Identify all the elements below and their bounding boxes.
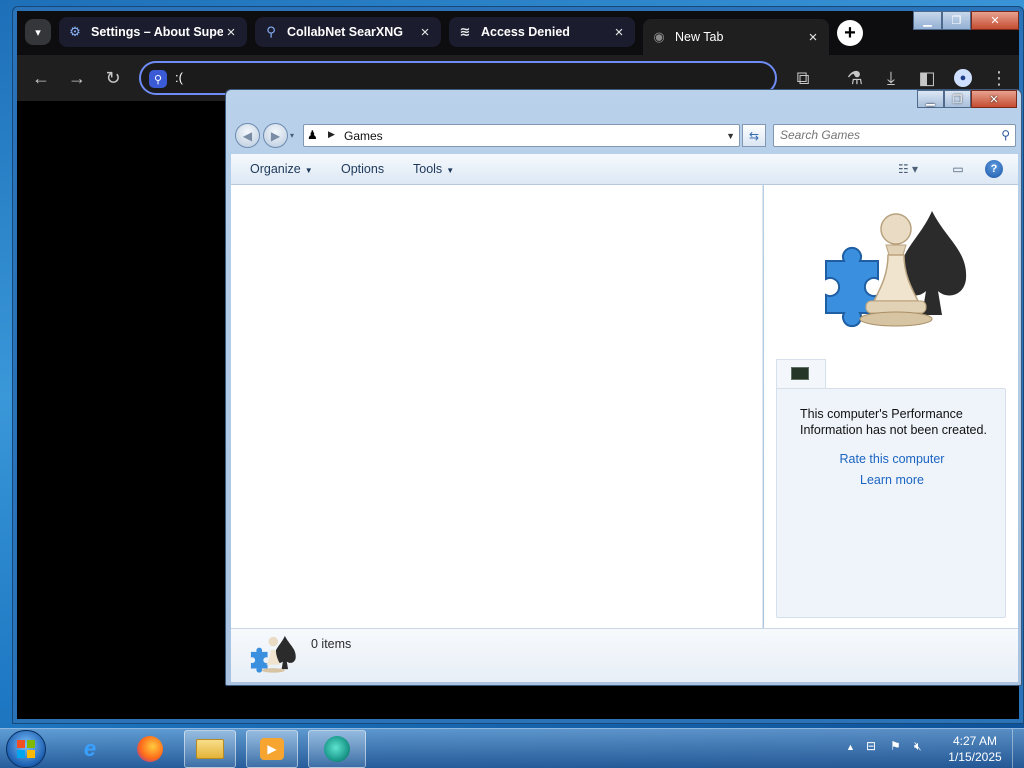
close-tab-icon[interactable]: × [417,24,433,41]
clock-date: 1/15/2025 [948,750,1002,764]
minimize-button[interactable]: ▁ [913,11,942,30]
network-icon[interactable]: ⊟ [866,739,876,753]
chevron-down-icon: ▼ [304,166,313,175]
performance-message: This computer's Performance Information … [800,407,987,437]
refresh-button[interactable]: ⇆ [742,124,766,147]
back-icon[interactable]: ← [31,68,51,88]
search-input[interactable] [780,128,980,142]
tab-new-tab[interactable]: ◉ New Tab × [643,19,829,55]
start-button[interactable] [6,730,46,768]
new-tab-button[interactable]: + [837,20,863,46]
details-pane: 0 items [231,628,1018,682]
games-chess-puzzle-icon [825,211,967,328]
minimize-button[interactable]: ▁ [917,90,944,108]
back-icon[interactable]: ◀ [235,123,260,148]
monitor-icon [791,367,809,380]
tab-strip: ▾ ⚙ Settings – About Supe × ⚲ CollabNet … [17,11,1019,55]
tab-title: New Tab [675,30,724,44]
tab-title: Access Denied [481,25,570,39]
clock-time: 4:27 AM [952,734,998,748]
games-explorer-window: ▁ ❐ ✕ ◀ ▶ ▾ ♟ ▶ Games ▼ ⇆ ⚲ Organize▼ Op… [225,89,1022,686]
stack-icon: ≋ [459,24,471,39]
maximize-button[interactable]: ❐ [942,11,971,30]
tab-settings[interactable]: ⚙ Settings – About Supe × [59,17,247,47]
close-button[interactable]: ✕ [971,11,1019,30]
recent-pages-dropdown-icon[interactable]: ▾ [290,131,294,140]
performance-tab[interactable] [776,359,826,389]
tab-search-button[interactable]: ▾ [25,19,51,45]
show-hidden-icons-icon[interactable]: ▲ [846,742,855,752]
profile-avatar-icon[interactable]: ● [953,68,973,88]
games-chess-puzzle-icon [250,635,296,673]
change-view-icon[interactable]: ☷ ▾ [893,160,923,178]
help-icon[interactable]: ? [985,160,1003,178]
side-panel-icon[interactable]: ◧ [917,68,937,88]
taskbar: e ▶ ▲ ⊟ ⚑ 🔇︎ 4:27 AM 1/15/2025 [0,728,1024,768]
search-icon: ⚲ [266,24,276,39]
address-bar[interactable]: ♟ ▶ Games ▼ [303,124,740,147]
command-bar: Organize ▼ Options Tools ▼ ☷ ▾ ▭ ? [231,154,1018,185]
search-box[interactable]: ⚲ [773,124,1016,147]
extensions-icon[interactable]: ⧉ [793,68,813,88]
chevron-down-icon: ▼ [446,166,455,175]
menu-kebab-icon[interactable]: ⋮ [989,68,1009,88]
labs-flask-icon[interactable]: ⚗ [845,68,865,88]
tools-menu[interactable]: Tools ▼ [413,162,454,176]
forward-icon[interactable]: → [67,68,87,88]
explorer-window-controls: ▁ ❐ ✕ [917,90,1017,108]
address-dropdown-icon[interactable]: ▼ [726,131,735,141]
tab-access-denied[interactable]: ≋ Access Denied × [449,17,635,47]
learn-more-link[interactable]: Learn more [777,473,1007,487]
globe-icon: ◉ [653,29,665,44]
forward-icon[interactable]: ▶ [263,123,288,148]
explorer-folder-icon[interactable] [184,730,236,768]
browser-window-controls: ▁ ❐ ✕ [913,11,1019,30]
search-icon[interactable]: ⚲ [1001,128,1010,142]
tools-label: Tools [413,162,443,176]
close-tab-icon[interactable]: × [223,24,239,41]
close-button[interactable]: ✕ [971,90,1017,108]
gear-icon: ⚙ [69,24,81,39]
breadcrumb-arrow-icon[interactable]: ▶ [328,129,335,140]
firefox-icon[interactable] [124,730,176,768]
omnibox-text: :( [175,70,183,85]
maximize-button[interactable]: ❐ [944,90,971,108]
organize-label: Organize [250,162,301,176]
close-tab-icon[interactable]: × [805,29,821,46]
options-button[interactable]: Options [341,162,384,176]
clock[interactable]: 4:27 AM 1/15/2025 [944,733,1006,765]
download-icon[interactable]: ⤓ [881,68,901,88]
media-player-icon[interactable]: ▶ [246,730,298,768]
close-tab-icon[interactable]: × [611,24,627,41]
preview-pane-icon[interactable]: ▭ [949,160,967,178]
tab-title: CollabNet SearXNG [287,25,404,39]
tab-searxng[interactable]: ⚲ CollabNet SearXNG × [255,17,441,47]
rate-this-computer-link[interactable]: Rate this computer [777,452,1007,466]
search-engine-icon: ⚲ [149,70,167,88]
performance-panel: This computer's Performance Information … [776,388,1006,618]
show-desktop-button[interactable] [1012,729,1024,768]
preview-pane: This computer's Performance Information … [764,185,1018,628]
breadcrumb-games[interactable]: Games [344,129,383,143]
organize-menu[interactable]: Organize ▼ [250,162,313,176]
item-count: 0 items [311,637,352,651]
games-folder-icon: ♟ [307,128,318,142]
file-list-pane[interactable] [231,185,763,628]
action-center-flag-icon[interactable]: ⚑ [890,739,901,753]
browser-app-icon[interactable] [308,730,366,768]
internet-explorer-icon[interactable]: e [64,730,116,768]
windows-logo-icon [17,740,35,758]
tab-title: Settings – About Supe [91,25,223,39]
volume-muted-icon[interactable]: 🔇︎ [914,739,922,754]
reload-icon[interactable]: ↻ [103,68,123,88]
